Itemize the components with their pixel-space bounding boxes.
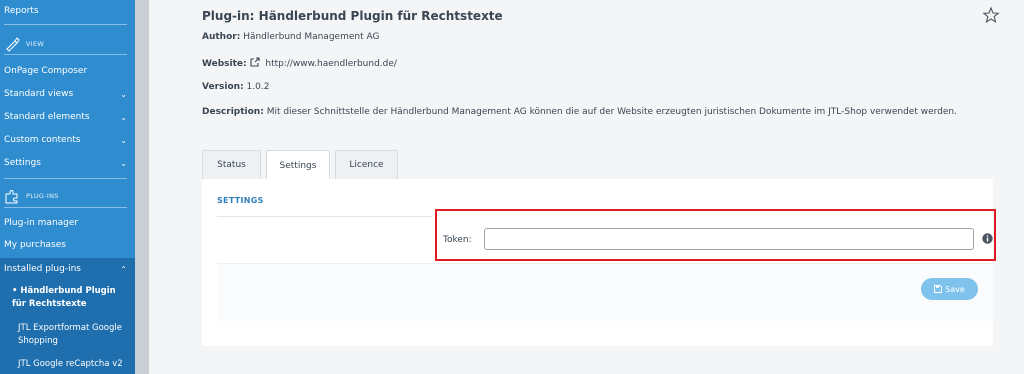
sidebar-subitem-haendlerbund[interactable]: • Händlerbund Plugin für Rechtstexte [12, 285, 122, 311]
tab-settings[interactable]: Settings [266, 150, 330, 180]
sidebar: Reports VIEW OnPage Composer Standard vi… [0, 0, 135, 374]
author-value: Händlerbund Management AG [243, 32, 380, 42]
sidebar-subitem-jtl-exportformat[interactable]: JTL Exportformat Google Shopping [18, 322, 128, 348]
sidebar-section-plugins: PLUG-INS [0, 187, 135, 205]
sidebar-item-label: Reports [4, 6, 39, 16]
sidebar-item-label: My purchases [4, 240, 66, 250]
tab-label: Settings [279, 160, 317, 171]
scrollbar-thumb[interactable] [135, 0, 149, 374]
save-button-label: Save [945, 284, 965, 294]
sidebar-item-label: Standard views [4, 89, 74, 99]
sidebar-item-label: Settings [4, 158, 41, 168]
form-footer [217, 263, 993, 321]
version-value: 1.0.2 [246, 82, 270, 92]
tab-label: Status [217, 160, 246, 170]
page-title: Plug-in: Händlerbund Plugin für Rechtste… [202, 9, 503, 23]
website-link[interactable]: http://www.haendlerbund.de/ [265, 59, 397, 69]
chevron-up-icon: ⌃ [120, 264, 127, 274]
sidebar-item-plugin-manager[interactable]: Plug-in manager [0, 216, 135, 230]
sidebar-item-label: Installed plug-ins [4, 264, 81, 274]
version-row: Version: 1.0.2 [202, 82, 269, 92]
external-link-icon [250, 57, 261, 67]
main-content: Plug-in: Händlerbund Plugin für Rechtste… [149, 0, 1024, 374]
divider [217, 216, 432, 217]
section-label: PLUG-INS [26, 192, 59, 200]
sidebar-item-reports[interactable]: Reports [0, 4, 135, 18]
sidebar-item-label: OnPage Composer [4, 66, 88, 76]
chevron-down-icon: ⌄ [120, 89, 127, 99]
highlight-box [435, 209, 996, 261]
save-icon [934, 285, 943, 293]
sidebar-item-settings[interactable]: Settings ⌄ [0, 156, 135, 170]
description-value: Mit dieser Schnittstelle der Händlerbund… [266, 107, 957, 117]
sidebar-item-standard-elements[interactable]: Standard elements ⌄ [0, 110, 135, 124]
sidebar-subitem-jtl-recaptcha[interactable]: JTL Google reCaptcha v2 [18, 358, 128, 371]
brush-icon [6, 37, 20, 52]
sidebar-scrollbar[interactable] [135, 0, 149, 374]
sidebar-item-label: Custom contents [4, 135, 81, 145]
settings-panel: SETTINGS Token: Save [202, 179, 996, 346]
section-label: VIEW [26, 40, 45, 48]
star-icon[interactable] [982, 6, 1000, 24]
save-button[interactable]: Save [921, 278, 978, 300]
sidebar-divider [4, 207, 127, 208]
sidebar-item-label: Plug-in manager [4, 218, 79, 228]
sidebar-divider [4, 54, 127, 55]
author-row: Author: Händlerbund Management AG [202, 32, 379, 42]
tab-label: Licence [349, 160, 384, 170]
website-label: Website: [202, 59, 247, 69]
puzzle-icon [5, 190, 18, 204]
sidebar-item-label: Standard elements [4, 112, 90, 122]
chevron-down-icon: ⌄ [120, 112, 127, 122]
description-label: Description: [202, 107, 264, 117]
sidebar-item-custom-contents[interactable]: Custom contents ⌄ [0, 133, 135, 147]
sidebar-item-installed-plugins[interactable]: Installed plug-ins ⌃ [0, 262, 135, 276]
chevron-down-icon: ⌄ [120, 158, 127, 168]
sidebar-item-standard-views[interactable]: Standard views ⌄ [0, 87, 135, 101]
sidebar-divider [4, 178, 127, 179]
chevron-down-icon: ⌄ [120, 135, 127, 145]
version-label: Version: [202, 82, 244, 92]
sidebar-item-onpage-composer[interactable]: OnPage Composer [0, 64, 135, 78]
website-row: Website: http://www.haendlerbund.de/ [202, 57, 397, 69]
sidebar-section-view: VIEW [0, 36, 135, 52]
sidebar-item-my-purchases[interactable]: My purchases [0, 238, 135, 252]
sidebar-divider [4, 24, 127, 25]
description-row: Description: Mit dieser Schnittstelle de… [202, 107, 957, 117]
settings-section-title: SETTINGS [217, 196, 264, 205]
author-label: Author: [202, 32, 241, 42]
tab-status[interactable]: Status [202, 150, 261, 179]
tab-licence[interactable]: Licence [335, 150, 398, 179]
